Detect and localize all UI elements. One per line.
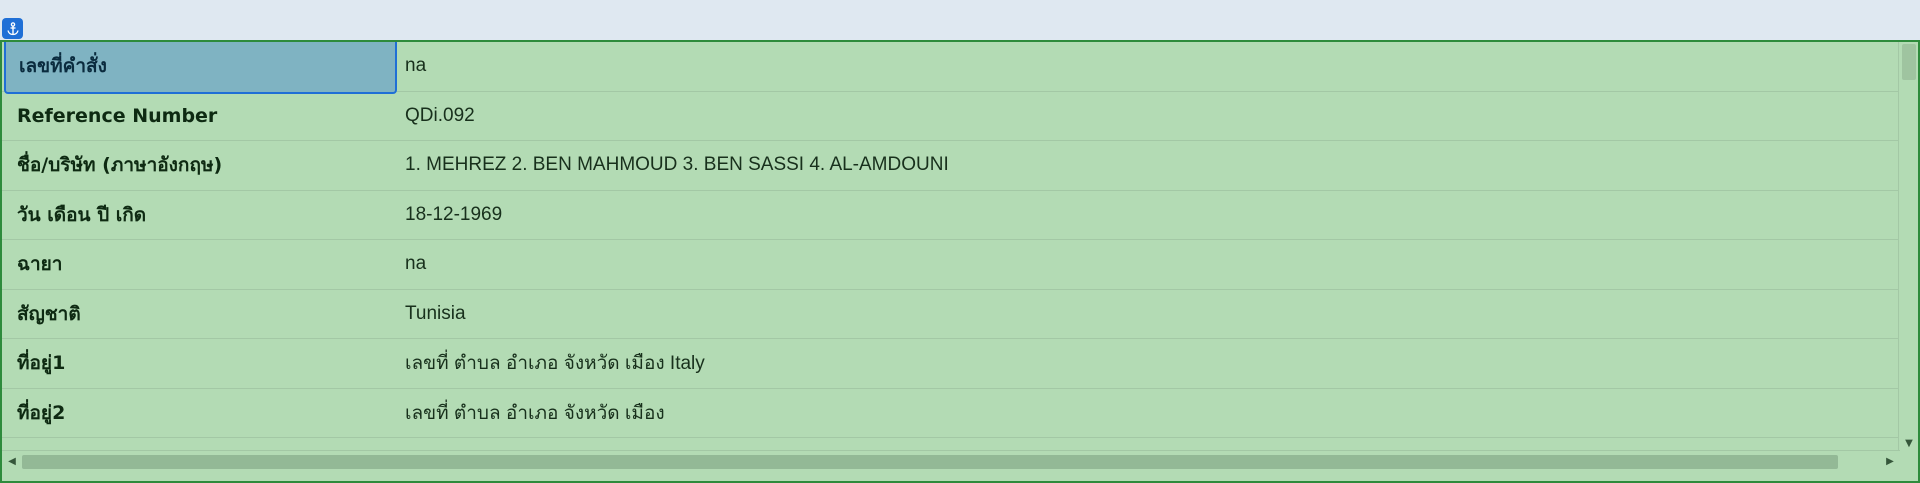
row-value-nationality: Tunisia [405,302,466,324]
horizontal-scroll-thumb[interactable] [22,455,1838,469]
scroll-down-arrow-icon[interactable]: ▼ [1903,438,1915,450]
row-label-reference-number: Reference Number [17,104,218,127]
row-value-name-company: 1. MEHREZ 2. BEN MAHMOUD 3. BEN SASSI 4.… [405,154,949,176]
row-value-order-number: na [405,55,427,77]
row-value-date-of-birth: 18-12-1969 [405,203,503,225]
row-label-address2: ที่อยู่2 [17,401,66,424]
row-label-alias: ฉายา [17,253,63,276]
row-label-name-company: ชื่อ/บริษัท (ภาษาอังกฤษ) [17,154,223,177]
row-value-reference-number: QDi.092 [405,104,475,126]
table-row[interactable]: Reference Number QDi.092 [2,92,1900,141]
details-table-panel: เลขที่คำสั่ง na Reference Number QDi.092… [0,40,1920,483]
table-row[interactable]: ที่อยู่1 เลขที่ ตำบล อำเภอ จังหวัด เมือง… [2,339,1900,389]
details-table: เลขที่คำสั่ง na Reference Number QDi.092… [2,42,1900,438]
row-value-address2: เลขที่ ตำบล อำเภอ จังหวัด เมือง [405,402,665,424]
row-value-alias: na [405,253,427,275]
anchor-icon[interactable] [2,18,23,39]
table-row[interactable]: ชื่อ/บริษัท (ภาษาอังกฤษ) 1. MEHREZ 2. BE… [2,141,1900,191]
table-row[interactable]: ฉายา na [2,240,1900,290]
scroll-left-arrow-icon[interactable]: ◀ [5,455,19,469]
row-label-date-of-birth: วัน เดือน ปี เกิด [17,203,147,226]
table-row[interactable]: วัน เดือน ปี เกิด 18-12-1969 [2,191,1900,240]
scroll-right-arrow-icon[interactable]: ▶ [1883,455,1897,469]
row-label-address1: ที่อยู่1 [17,352,66,375]
browser-top-strip [0,0,1920,40]
row-value-address1: เลขที่ ตำบล อำเภอ จังหวัด เมือง Italy [405,353,705,375]
row-label-nationality: สัญชาติ [17,302,81,325]
table-row[interactable]: เลขที่คำสั่ง na [2,42,1900,95]
horizontal-scrollbar[interactable]: ◀ ▶ [2,450,1900,472]
row-label-order-number[interactable]: เลขที่คำสั่ง [4,42,397,95]
vertical-scrollbar[interactable]: ▼ [1898,42,1918,452]
table-row[interactable]: ที่อยู่2 เลขที่ ตำบล อำเภอ จังหวัด เมือง [2,389,1900,438]
table-row[interactable]: สัญชาติ Tunisia [2,290,1900,339]
vertical-scroll-thumb[interactable] [1902,44,1916,80]
